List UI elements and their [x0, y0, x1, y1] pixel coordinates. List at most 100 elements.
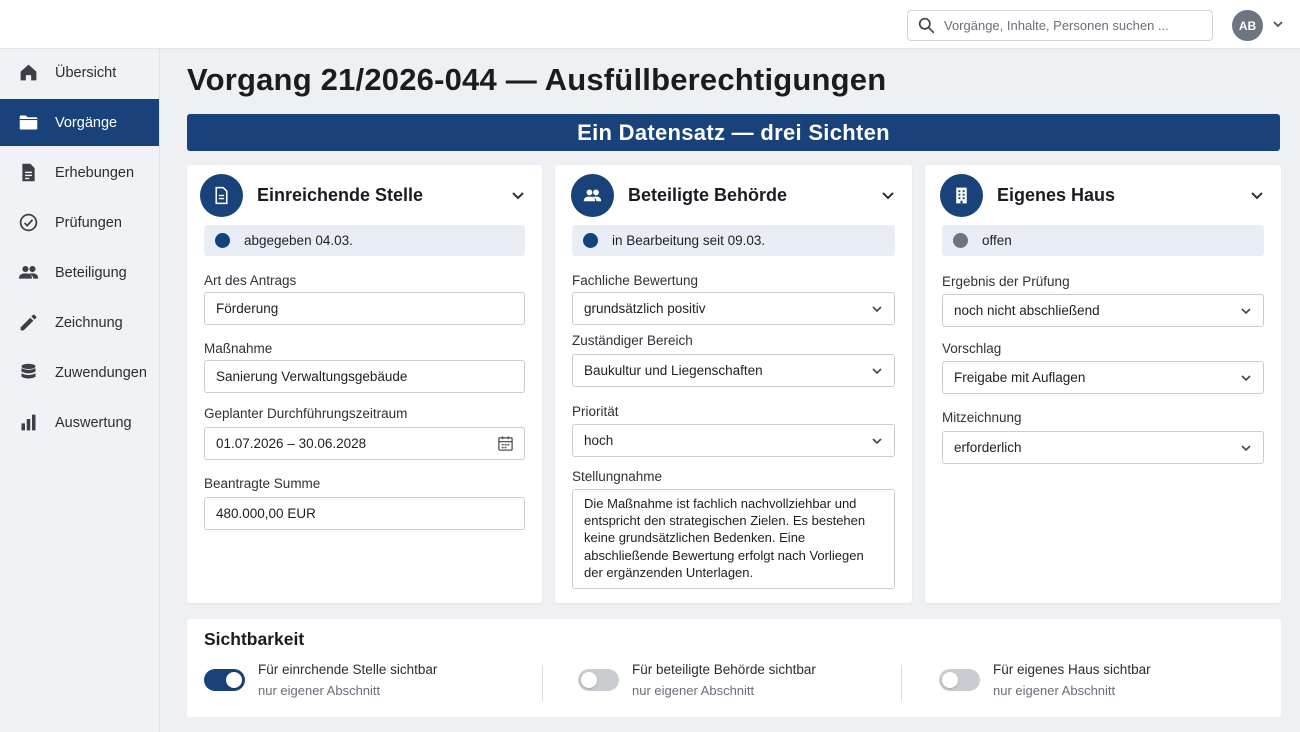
sidebar-item-auswertung[interactable]: Auswertung: [0, 399, 159, 446]
toggle-switch[interactable]: [204, 669, 245, 691]
card-title: Einreichende Stelle: [257, 184, 424, 205]
field-value: hoch: [584, 433, 614, 448]
card-title: Beteiligte Behörde: [628, 184, 788, 205]
field-value: Baukultur und Liegenschaften: [584, 363, 763, 378]
people-icon: [18, 265, 39, 279]
folder-icon: [19, 115, 38, 130]
top-bar: AB: [0, 0, 1300, 49]
field-label: Stellungnahme: [572, 469, 663, 484]
banner: Ein Datensatz — drei Sichten: [187, 114, 1280, 151]
ergebnis-der-pruefung-select[interactable]: noch nicht abschließend: [942, 294, 1264, 327]
field-value: 480.000,00 EUR: [216, 506, 316, 521]
sidebar-item-label: Zuwendungen: [55, 364, 147, 381]
toggle-knob: [942, 672, 958, 688]
status-text: abgegeben 04.03.: [244, 233, 353, 248]
card-header[interactable]: Beteiligte Behörde: [571, 173, 899, 217]
sidebar-item-pruefungen[interactable]: Prüfungen: [0, 199, 159, 246]
beantragte-summe-field[interactable]: 480.000,00 EUR: [204, 497, 525, 530]
chevron-down-icon: [1241, 374, 1251, 381]
field-label: Ergebnis der Prüfung: [942, 274, 1070, 289]
field-label: Beantragte Summe: [204, 476, 321, 491]
check-circle-icon: [19, 213, 38, 232]
field-value: Förderung: [216, 301, 279, 316]
chevron-down-icon[interactable]: [1249, 187, 1265, 203]
toggle-label: Für einrchende Stelle sichtbar: [258, 662, 438, 677]
home-icon: [20, 64, 37, 81]
calendar-icon[interactable]: [497, 435, 514, 452]
search-icon: [918, 17, 935, 34]
chevron-down-icon: [1241, 307, 1251, 314]
visibility-panel: Sichtbarkeit Für einrchende Stelle sicht…: [187, 619, 1281, 717]
field-label: Art des Antrags: [204, 273, 297, 288]
field-value: noch nicht abschließend: [954, 303, 1100, 318]
status-text: in Bearbeitung seit 09.03.: [612, 233, 766, 248]
field-label: Geplanter Durchführungszeitraum: [204, 406, 408, 421]
art-des-antrags-field[interactable]: Förderung: [204, 292, 525, 325]
divider: [901, 665, 902, 701]
status-badge: abgegeben 04.03.: [204, 225, 525, 256]
prioritaet-select[interactable]: hoch: [572, 424, 895, 457]
card-beteiligte-behoerde: Beteiligte Behörde in Bearbeitung seit 0…: [555, 165, 912, 603]
fachliche-bewertung-select[interactable]: grundsätzlich positiv: [572, 292, 895, 325]
page-title: Vorgang 21/2026-044 — Ausfüllberechtigun…: [187, 62, 887, 97]
sidebar-item-zeichnung[interactable]: Zeichnung: [0, 299, 159, 346]
sidebar-item-uebersicht[interactable]: Übersicht: [0, 49, 159, 96]
field-value: Sanierung Verwaltungsgebäude: [216, 369, 408, 384]
sidebar-item-beteiligung[interactable]: Beteiligung: [0, 249, 159, 296]
massnahme-field[interactable]: Sanierung Verwaltungsgebäude: [204, 360, 525, 393]
chevron-down-icon[interactable]: [880, 187, 896, 203]
field-value: 01.07.2026 – 30.06.2028: [216, 436, 367, 451]
database-icon: [21, 363, 36, 379]
status-text: offen: [982, 233, 1012, 248]
card-header[interactable]: Eigenes Haus: [940, 173, 1268, 217]
sidebar-item-label: Beteiligung: [55, 264, 127, 281]
sidebar-item-zuwendungen[interactable]: Zuwendungen: [0, 349, 159, 396]
visibility-title: Sichtbarkeit: [204, 629, 305, 649]
chevron-down-icon: [1241, 444, 1251, 451]
status-dot: [953, 233, 968, 248]
toggle-knob: [226, 672, 242, 688]
field-label: Priorität: [572, 404, 619, 419]
durchfuehrungszeitraum-field[interactable]: 01.07.2026 – 30.06.2028: [204, 427, 525, 460]
status-badge: in Bearbeitung seit 09.03.: [572, 225, 895, 256]
field-value: Freigabe mit Auflagen: [954, 370, 1086, 385]
toggle-switch[interactable]: [939, 669, 980, 691]
status-badge: offen: [942, 225, 1264, 256]
chevron-down-icon[interactable]: [510, 187, 526, 203]
zustaendiger-bereich-select[interactable]: Baukultur und Liegenschaften: [572, 354, 895, 387]
toggle-sublabel: nur eigener Abschnitt: [632, 683, 755, 698]
status-dot: [583, 233, 598, 248]
chevron-down-icon: [872, 367, 882, 374]
sidebar-item-label: Auswertung: [55, 414, 132, 431]
chevron-down-icon[interactable]: [1271, 17, 1285, 31]
people-icon: [583, 189, 602, 201]
field-label: Fachliche Bewertung: [572, 273, 699, 288]
search-input[interactable]: [944, 18, 1194, 33]
field-value: erforderlich: [954, 440, 1022, 455]
field-label: Vorschlag: [942, 341, 1002, 356]
sidebar-item-vorgaenge[interactable]: Vorgänge: [0, 99, 159, 146]
chevron-down-icon: [872, 305, 882, 312]
divider: [542, 665, 543, 701]
search-box[interactable]: [907, 10, 1213, 41]
visibility-toggle-behoerde: Für beteiligte Behörde sichtbar nur eige…: [578, 661, 816, 699]
chevron-down-icon: [872, 437, 882, 444]
mitzeichnung-select[interactable]: erforderlich: [942, 431, 1264, 464]
sidebar-item-erhebungen[interactable]: Erhebungen: [0, 149, 159, 196]
toggle-switch[interactable]: [578, 669, 619, 691]
toggle-sublabel: nur eigener Abschnitt: [993, 683, 1116, 698]
field-label: Maßnahme: [204, 341, 273, 356]
avatar[interactable]: AB: [1232, 10, 1263, 41]
field-label: Zuständiger Bereich: [572, 333, 693, 348]
vorschlag-select[interactable]: Freigabe mit Auflagen: [942, 361, 1264, 394]
visibility-toggle-haus: Für eigenes Haus sichtbar nur eigener Ab…: [939, 661, 1151, 699]
sidebar: Übersicht Vorgänge Erhebungen Prüfungen …: [0, 49, 160, 732]
stellungnahme-textarea[interactable]: Die Maßnahme ist fachlich nachvollziehba…: [572, 489, 895, 589]
sidebar-item-label: Vorgänge: [55, 114, 118, 131]
card-header[interactable]: Einreichende Stelle: [200, 173, 529, 217]
sidebar-item-label: Erhebungen: [55, 164, 135, 181]
toggle-label: Für eigenes Haus sichtbar: [993, 662, 1151, 677]
toggle-knob: [581, 672, 597, 688]
pencil-icon: [20, 314, 37, 331]
sidebar-item-label: Prüfungen: [55, 214, 122, 231]
